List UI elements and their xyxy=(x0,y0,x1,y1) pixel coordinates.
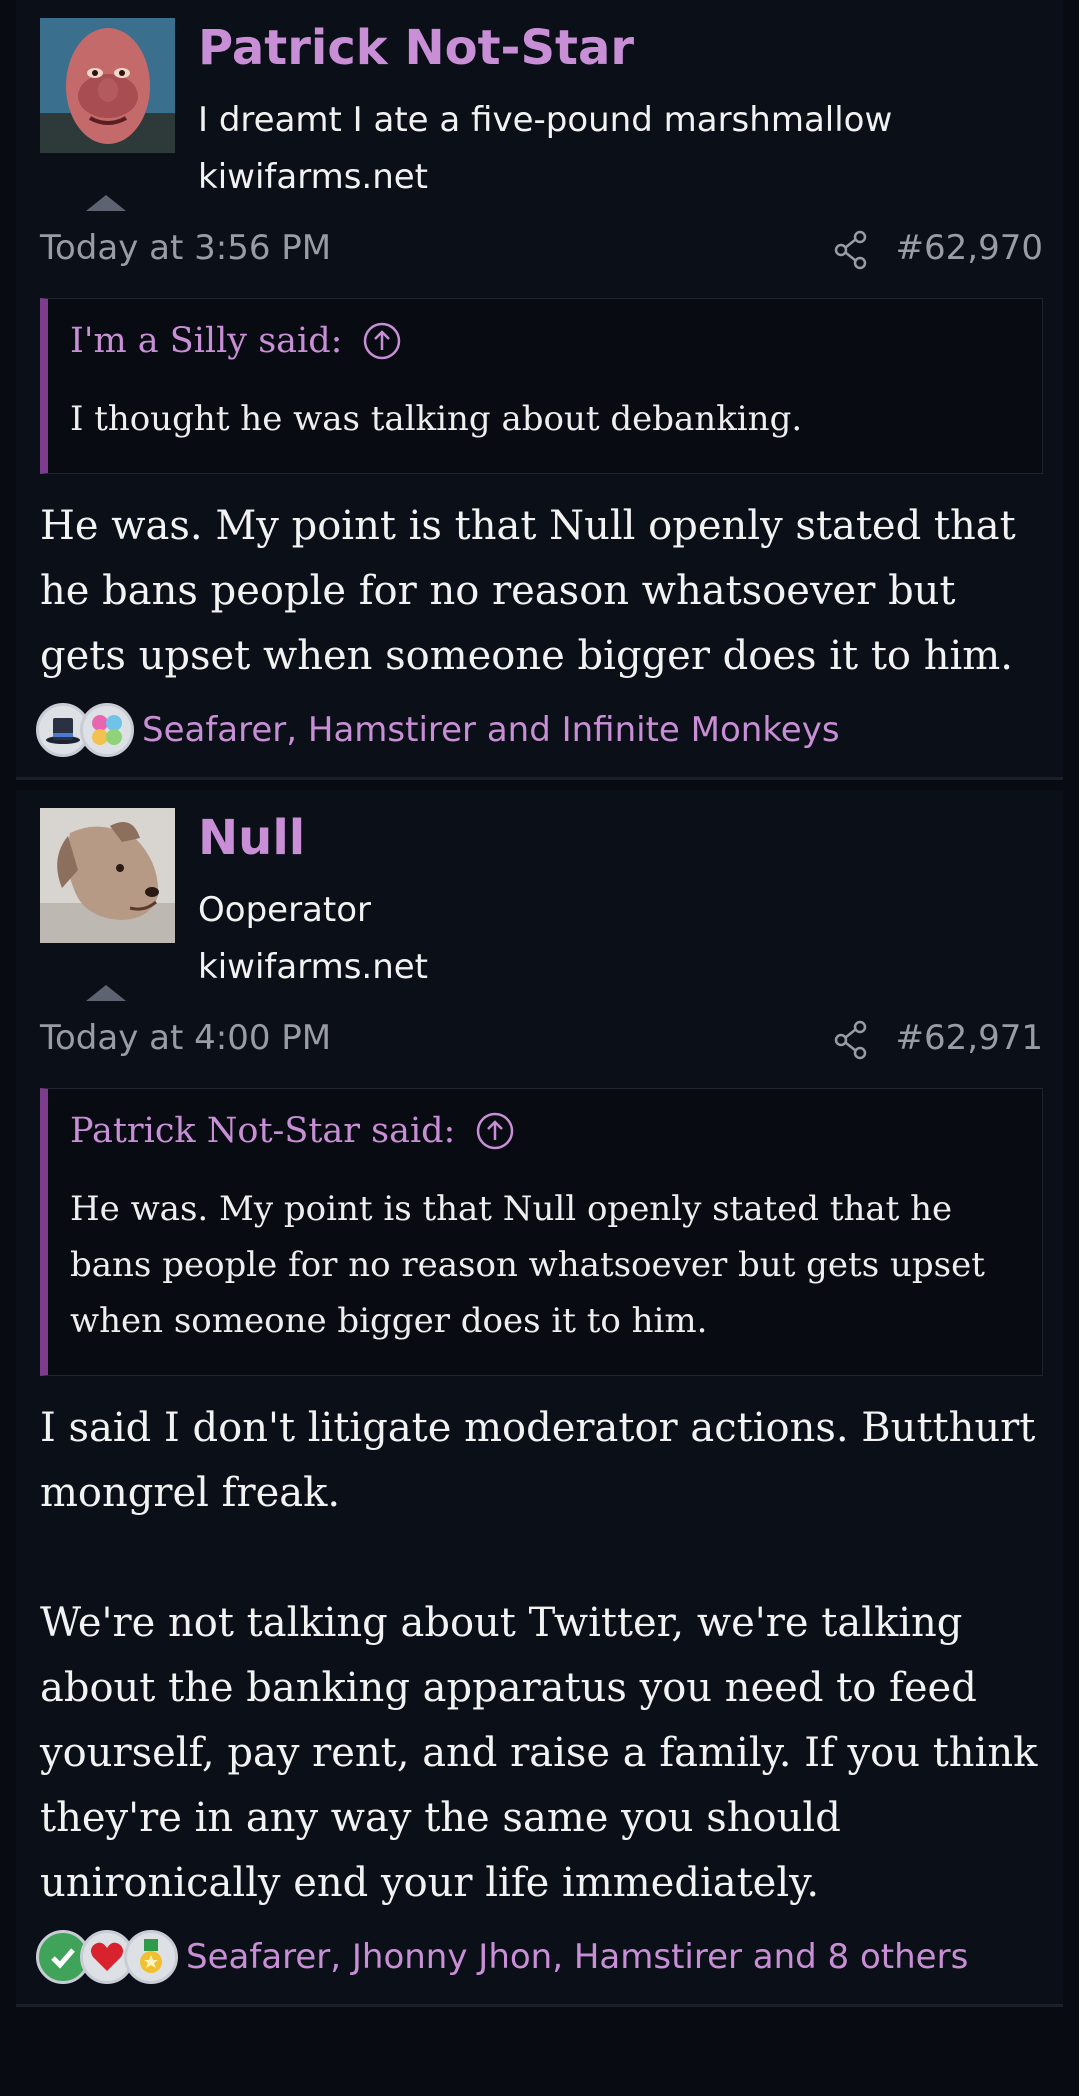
post-date[interactable]: Today at 3:56 PM xyxy=(40,228,331,268)
reaction-users-link[interactable]: Seafarer, Jhonny Jhon, Hamstirer and 8 o… xyxy=(186,1937,968,1977)
user-site: kiwifarms.net xyxy=(198,157,429,197)
avatar[interactable] xyxy=(40,18,175,153)
share-icon[interactable] xyxy=(834,230,868,270)
quote-header: Patrick Not-Star said: xyxy=(70,1111,1014,1151)
dog-avatar-image xyxy=(40,808,175,943)
quote-block: I'm a Silly said: I thought he was talki… xyxy=(40,298,1043,474)
post-meta: Today at 3:56 PM #62,970 xyxy=(16,220,1063,280)
quote-header: I'm a Silly said: xyxy=(70,321,1014,361)
post-number[interactable]: #62,971 xyxy=(896,1018,1043,1058)
quote-text: I thought he was talking about debanking… xyxy=(70,399,803,439)
post-paragraph: I said I don't litigate moderator action… xyxy=(40,1405,1036,1516)
reactions-bar: Seafarer, Jhonny Jhon, Hamstirer and 8 o… xyxy=(36,1930,1063,2004)
quote-block: Patrick Not-Star said: He was. My point … xyxy=(40,1088,1043,1376)
username[interactable]: Null xyxy=(198,810,305,866)
jump-to-quote-icon[interactable] xyxy=(362,321,402,361)
user-card-caret-icon[interactable] xyxy=(86,985,126,1001)
post-body: He was. My point is that Null openly sta… xyxy=(40,494,1041,689)
reaction-icons[interactable] xyxy=(36,703,134,757)
quote-author[interactable]: Patrick Not-Star said: xyxy=(70,1111,455,1151)
post-meta: Today at 4:00 PM #62,971 xyxy=(16,1010,1063,1070)
patrick-avatar-image xyxy=(40,18,175,153)
share-icon[interactable] xyxy=(834,1020,868,1060)
post-body: I said I don't litigate moderator action… xyxy=(40,1396,1041,1916)
post: Null Ooperator kiwifarms.net Today at 4:… xyxy=(16,790,1063,2007)
reaction-users-link[interactable]: Seafarer, Hamstirer and Infinite Monkeys xyxy=(142,710,840,750)
reactions-bar: Seafarer, Hamstirer and Infinite Monkeys xyxy=(36,703,1063,777)
post-date[interactable]: Today at 4:00 PM xyxy=(40,1018,331,1058)
username[interactable]: Patrick Not-Star xyxy=(198,20,634,76)
post: Patrick Not-Star I dreamt I ate a five-p… xyxy=(16,0,1063,780)
post-paragraph: He was. My point is that Null openly sta… xyxy=(40,503,1016,679)
avatar[interactable] xyxy=(40,808,175,943)
jump-to-quote-icon[interactable] xyxy=(475,1111,515,1151)
post-paragraph: We're not talking about Twitter, we're t… xyxy=(40,1600,1038,1906)
reaction-icons[interactable] xyxy=(36,1930,178,1984)
post-separator xyxy=(0,780,1079,790)
post-number[interactable]: #62,970 xyxy=(896,228,1043,268)
quote-author[interactable]: I'm a Silly said: xyxy=(70,321,342,361)
user-site: kiwifarms.net xyxy=(198,947,429,987)
post-header: Patrick Not-Star I dreamt I ate a five-p… xyxy=(16,0,1063,220)
post-header: Null Ooperator kiwifarms.net xyxy=(16,790,1063,1010)
user-title: I dreamt I ate a five-pound marshmallow xyxy=(198,100,893,140)
user-title: Ooperator xyxy=(198,890,371,930)
puzzle-icon xyxy=(80,703,134,757)
user-card-caret-icon[interactable] xyxy=(86,195,126,211)
medal-icon xyxy=(124,1930,178,1984)
quote-text: He was. My point is that Null openly sta… xyxy=(70,1189,985,1341)
